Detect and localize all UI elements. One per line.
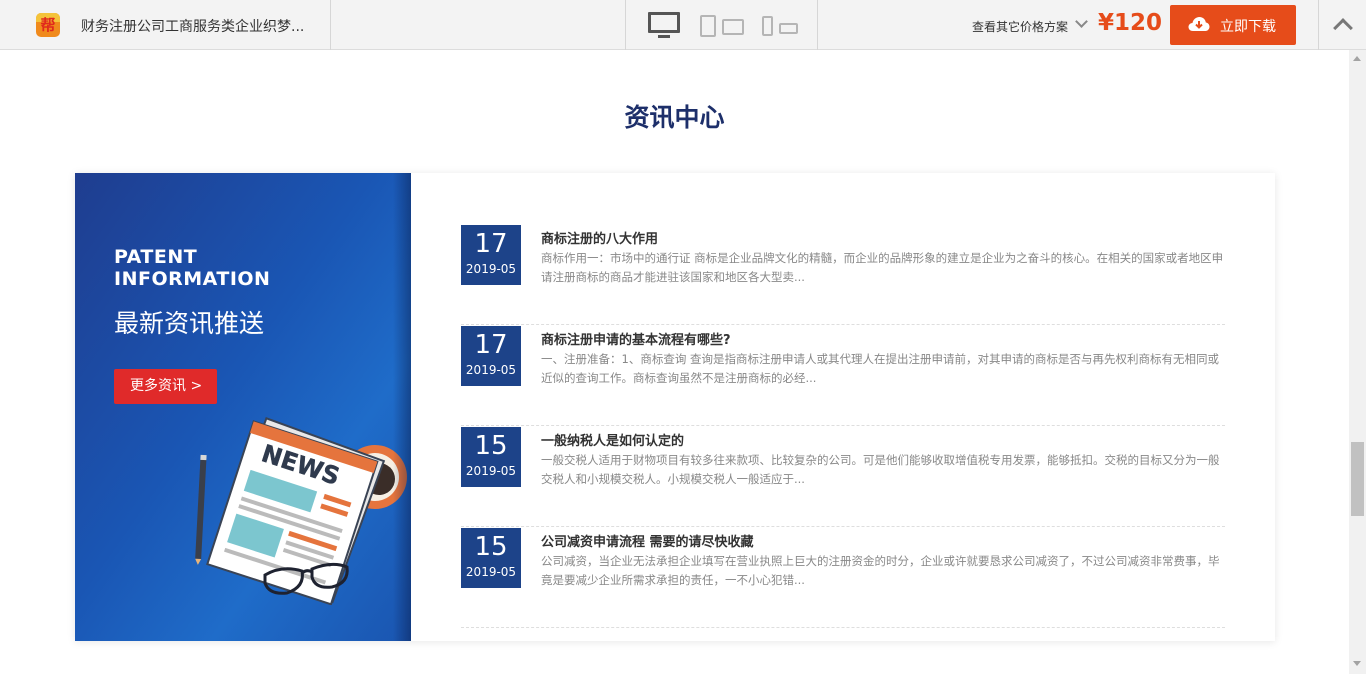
news-summary: 公司减资，当企业无法承担企业填写在营业执照上巨大的注册资金的时分，企业或许就要恳… (541, 554, 1220, 587)
date-day: 17 (474, 229, 508, 259)
date-badge: 15 2019-05 (461, 427, 521, 487)
date-badge: 15 2019-05 (461, 528, 521, 588)
news-title-link[interactable]: 公司减资申请流程 需要的请尽快收藏 (541, 531, 754, 550)
phone-icon[interactable] (762, 16, 800, 37)
date-year-month: 2019-05 (465, 363, 517, 377)
news-title-link[interactable]: 商标注册申请的基本流程有哪些? (541, 329, 731, 348)
news-summary: 商标作用一：市场中的通行证 商标是企业品牌文化的精髓，而企业的品牌形象的建立是企… (541, 251, 1224, 284)
divider (625, 0, 626, 50)
news-item[interactable]: 17 2019-05 商标注册申请的基本流程有哪些? 一、注册准备：1、商标查询… (461, 326, 1225, 426)
news-banner: PATENT INFORMATION 最新资讯推送 更多资讯 > NEWS (75, 173, 411, 641)
newspaper-illustration: NEWS (195, 417, 407, 605)
news-summary: 一、注册准备：1、商标查询 查询是指商标注册申请人或其代理人在提出注册申请前，对… (541, 352, 1219, 385)
download-button[interactable]: 立即下载 (1170, 5, 1296, 45)
tablet-icon[interactable] (700, 15, 745, 37)
more-news-button[interactable]: 更多资讯 > (114, 369, 217, 404)
date-badge: 17 2019-05 (461, 326, 521, 386)
date-year-month: 2019-05 (465, 464, 517, 478)
logo-icon[interactable]: 帮 (36, 13, 60, 37)
date-year-month: 2019-05 (465, 262, 517, 276)
scroll-down-arrow[interactable] (1353, 661, 1361, 666)
news-summary: 一般交税人适用于财物项目有较多往来款项、比较复杂的公司。可是他们能够收取增值税专… (541, 453, 1220, 486)
news-title-link[interactable]: 商标注册的八大作用 (541, 228, 658, 247)
date-day: 15 (474, 431, 508, 461)
chevron-up-icon (1333, 18, 1353, 38)
news-item[interactable]: 17 2019-05 商标注册的八大作用 商标作用一：市场中的通行证 商标是企业… (461, 225, 1225, 325)
top-toolbar: 帮 财务注册公司工商服务类企业织梦... 查看其它价格方案 ¥120 立即下载 (0, 0, 1366, 50)
vertical-scrollbar[interactable] (1349, 50, 1366, 674)
news-title-link[interactable]: 一般纳税人是如何认定的 (541, 430, 684, 449)
price-label: ¥120 (1098, 10, 1163, 36)
download-label: 立即下载 (1220, 19, 1276, 35)
news-item[interactable]: 15 2019-05 公司减资申请流程 需要的请尽快收藏 公司减资，当企业无法承… (461, 528, 1225, 628)
cloud-download-icon (1188, 16, 1210, 32)
date-day: 17 (474, 330, 508, 360)
banner-heading-line2: INFORMATION (114, 268, 271, 290)
news-item[interactable]: 15 2019-05 一般纳税人是如何认定的 一般交税人适用于财物项目有较多往来… (461, 427, 1225, 527)
chevron-down-icon[interactable] (1075, 15, 1088, 28)
document-title[interactable]: 财务注册公司工商服务类企业织梦... (81, 16, 304, 36)
desktop-icon[interactable] (648, 12, 680, 38)
collapse-button[interactable] (1318, 0, 1366, 50)
date-year-month: 2019-05 (465, 565, 517, 579)
banner-heading-line1: PATENT (114, 246, 198, 268)
scrollbar-thumb[interactable] (1351, 442, 1364, 516)
logo-text: 帮 (40, 16, 56, 34)
divider (330, 0, 331, 50)
banner-heading-en: PATENT INFORMATION (114, 246, 270, 290)
date-day: 15 (474, 532, 508, 562)
price-options-link[interactable]: 查看其它价格方案 (972, 18, 1068, 35)
scroll-up-arrow[interactable] (1353, 56, 1361, 61)
divider (817, 0, 818, 50)
banner-heading-cn: 最新资讯推送 (114, 309, 265, 338)
section-title: 资讯中心 (624, 103, 725, 132)
date-badge: 17 2019-05 (461, 225, 521, 285)
